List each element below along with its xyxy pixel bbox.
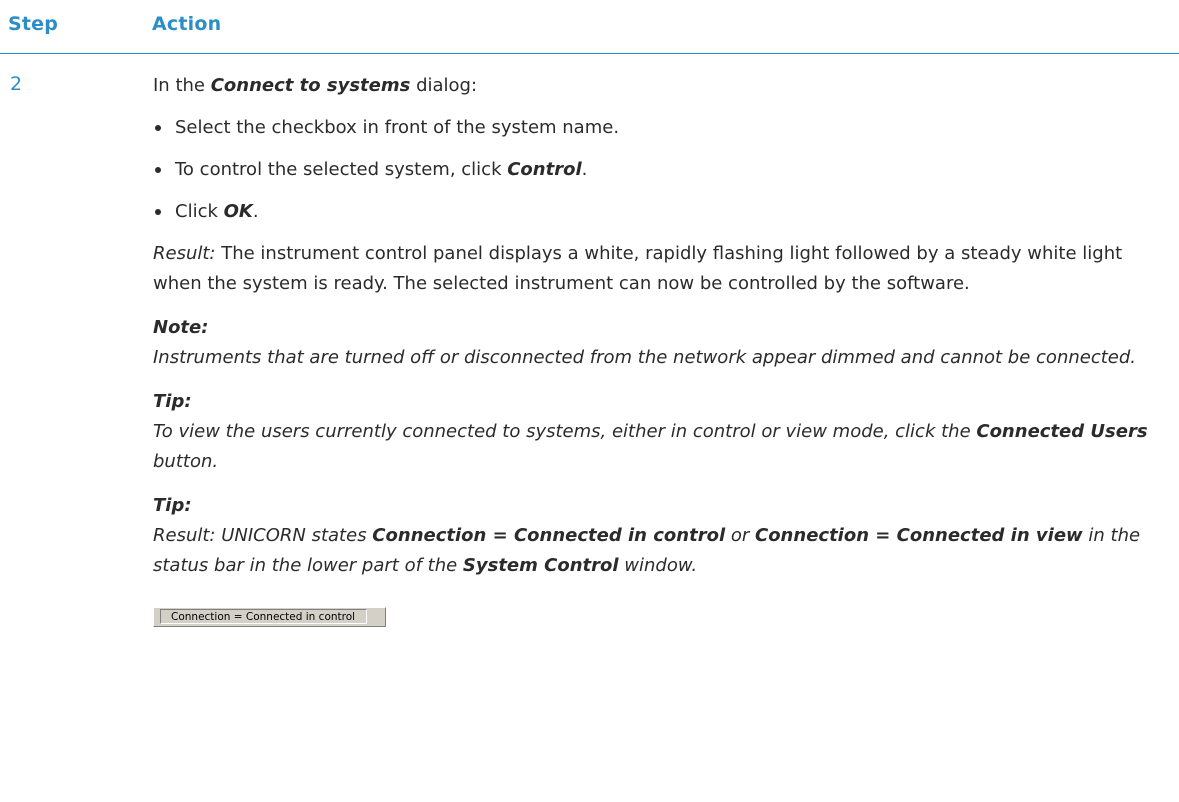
tip-block: Tip: Result: UNICORN states Connection =… <box>153 491 1163 581</box>
bullet-text-end: . <box>252 201 259 222</box>
bullet-text: Click <box>175 201 224 222</box>
action-content: In the Connect to systems dialog: Select… <box>153 71 1163 637</box>
tip-text: To view the users currently connected to… <box>153 417 1163 477</box>
bullet-icon <box>155 167 161 173</box>
tip-text-end: button. <box>153 451 219 472</box>
dialog-name: Connect to systems <box>210 75 411 96</box>
note-label: Note: <box>153 317 209 338</box>
control-label: Control <box>507 159 582 180</box>
bullet-text-end: . <box>581 159 588 180</box>
list-item: Click OK. <box>153 197 1163 227</box>
tip-label: Tip: <box>153 495 192 516</box>
connection-view-label: Connection = Connected in view <box>754 525 1083 546</box>
tip-block: Tip: To view the users currently connect… <box>153 387 1163 477</box>
bullet-icon <box>155 125 161 131</box>
result-paragraph: Result: The instrument control panel dis… <box>153 239 1163 299</box>
connected-users-label: Connected Users <box>976 421 1148 442</box>
intro-text: In the <box>153 75 211 96</box>
note-text: Instruments that are turned off or disco… <box>153 347 1137 368</box>
header-divider <box>0 53 1179 54</box>
tip-text: Result: UNICORN states Connection = Conn… <box>153 521 1163 581</box>
tip-text-start: Result: UNICORN states <box>153 525 373 546</box>
step-number: 2 <box>10 73 23 95</box>
list-item: To control the selected system, click Co… <box>153 155 1163 185</box>
tip-text-end: window. <box>618 555 698 576</box>
tip-text-start: To view the users currently connected to… <box>153 421 977 442</box>
note-block: Note: Instruments that are turned off or… <box>153 313 1163 373</box>
tip-text-or: or <box>725 525 755 546</box>
ok-label: OK <box>223 201 253 222</box>
system-control-label: System Control <box>462 555 619 576</box>
status-bar-screenshot: Connection = Connected in control <box>153 607 386 627</box>
result-label: Result: <box>153 243 216 264</box>
result-text: The instrument control panel displays a … <box>153 243 1123 294</box>
intro-text-end: dialog: <box>410 75 478 96</box>
list-item: Select the checkbox in front of the syst… <box>153 113 1163 143</box>
column-header-action: Action <box>152 13 222 35</box>
intro-paragraph: In the Connect to systems dialog: <box>153 71 1163 101</box>
status-bar-field: Connection = Connected in control <box>160 609 367 624</box>
bullet-icon <box>155 209 161 215</box>
connection-control-label: Connection = Connected in control <box>372 525 726 546</box>
bullet-text: To control the selected system, click <box>175 159 508 180</box>
tip-label: Tip: <box>153 391 192 412</box>
bullet-text: Select the checkbox in front of the syst… <box>175 117 620 138</box>
bullet-list: Select the checkbox in front of the syst… <box>153 113 1163 227</box>
column-header-step: Step <box>8 13 59 35</box>
